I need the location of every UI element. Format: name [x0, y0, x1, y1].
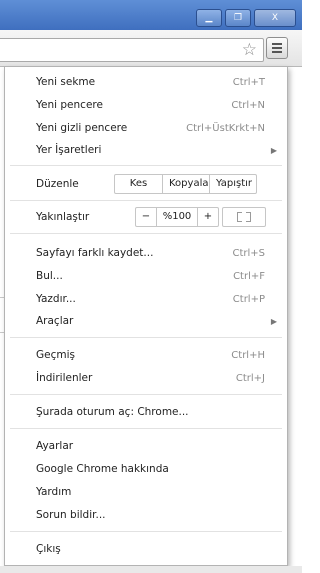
menu-item-about[interactable]: Google Chrome hakkında: [5, 459, 287, 479]
menu-separator: [10, 200, 282, 201]
zoom-in-button[interactable]: +: [198, 208, 218, 226]
chrome-menu: Yeni sekme Ctrl+T Yeni pencere Ctrl+N Ye…: [4, 66, 288, 566]
submenu-arrow-icon: ▶: [270, 145, 277, 155]
menu-item-report-issue[interactable]: Sorun bildir...: [5, 505, 287, 525]
menu-item-settings[interactable]: Ayarlar: [5, 436, 287, 456]
menu-item-print[interactable]: Yazdır... Ctrl+P: [5, 289, 287, 309]
menu-item-exit[interactable]: Çıkış: [5, 539, 287, 559]
maximize-button[interactable]: ❐: [225, 9, 251, 27]
menu-item-new-incognito-window[interactable]: Yeni gizli pencere Ctrl+ÜstKrkt+N: [5, 118, 287, 138]
edit-button-group: Kes Kopyala Yapıştır: [114, 174, 257, 194]
chrome-menu-button[interactable]: [266, 37, 288, 59]
menu-separator: [10, 428, 282, 429]
window-title-bar: ▁ ❐ X: [0, 0, 302, 30]
menu-item-history[interactable]: Geçmiş Ctrl+H: [5, 345, 287, 365]
menu-item-sign-in[interactable]: Şurada oturum aç: Chrome...: [5, 402, 287, 422]
menu-separator: [10, 233, 282, 234]
menu-separator: [10, 531, 282, 532]
browser-toolbar: ☆: [0, 30, 302, 67]
menu-item-new-window[interactable]: Yeni pencere Ctrl+N: [5, 95, 287, 115]
menu-item-new-tab[interactable]: Yeni sekme Ctrl+T: [5, 72, 287, 92]
menu-item-bookmarks[interactable]: Yer İşaretleri ▶: [5, 140, 287, 160]
menu-item-downloads[interactable]: İndirilenler Ctrl+J: [5, 368, 287, 388]
zoom-control: − %100 +: [135, 207, 219, 227]
menu-item-save-page[interactable]: Sayfayı farklı kaydet... Ctrl+S: [5, 243, 287, 263]
menu-separator: [10, 165, 282, 166]
star-icon[interactable]: ☆: [242, 40, 257, 60]
paste-button[interactable]: Yapıştır: [210, 175, 256, 193]
copy-button[interactable]: Kopyala: [163, 175, 210, 193]
menu-item-find[interactable]: Bul... Ctrl+F: [5, 266, 287, 286]
zoom-out-button[interactable]: −: [136, 208, 157, 226]
hamburger-icon: [272, 43, 282, 45]
minimize-button[interactable]: ▁: [196, 9, 222, 27]
cut-button[interactable]: Kes: [115, 175, 163, 193]
menu-separator: [10, 337, 282, 338]
menu-item-tools[interactable]: Araçlar ▶: [5, 311, 287, 331]
zoom-level: %100: [157, 208, 198, 226]
address-bar[interactable]: ☆: [0, 38, 264, 62]
menu-item-help[interactable]: Yardım: [5, 482, 287, 502]
submenu-arrow-icon: ▶: [270, 316, 277, 326]
close-button[interactable]: X: [254, 9, 296, 27]
fullscreen-button[interactable]: [222, 207, 266, 227]
menu-separator: [10, 394, 282, 395]
window-controls: ▁ ❐ X: [196, 9, 296, 27]
window-bottom-edge: [0, 566, 302, 573]
